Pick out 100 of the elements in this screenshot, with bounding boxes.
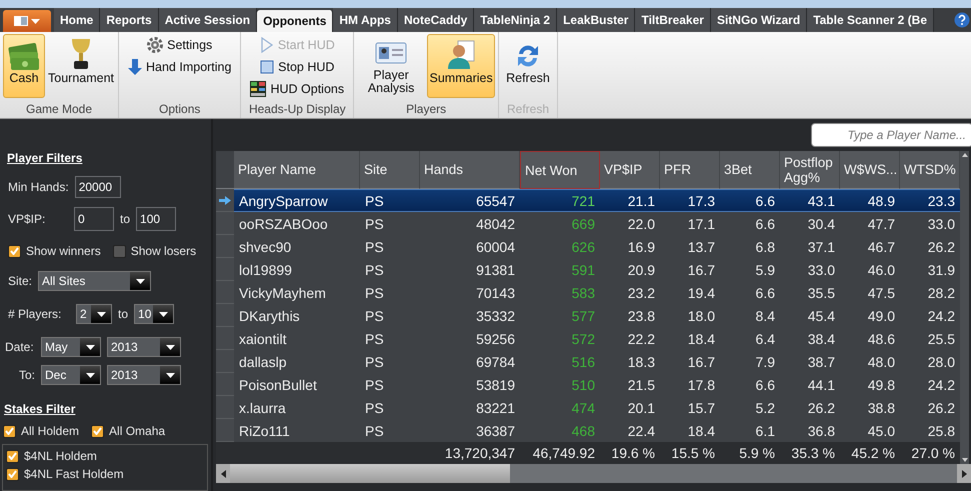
table-cell-text: 16.7	[686, 352, 716, 372]
table-cell: PS	[360, 189, 420, 212]
dropdown[interactable]: All Sites	[38, 271, 152, 291]
table-cell: 21.1	[600, 189, 660, 212]
column-header[interactable]: PFR	[660, 151, 720, 189]
field-label: to	[118, 307, 128, 321]
checkbox[interactable]: Show losers	[112, 244, 196, 258]
total-cell-text: 15.5 %	[670, 444, 716, 463]
ribbon-tab[interactable]: Active Session	[158, 8, 258, 32]
total-cell-text: 13,720,347	[444, 444, 516, 463]
window-icon	[14, 16, 28, 26]
table-cell-text: 31.9	[926, 260, 956, 280]
table-cell-text: 53819	[475, 376, 516, 394]
ribbon-tab[interactable]: Home	[54, 8, 100, 32]
money-icon	[7, 41, 41, 71]
column-header[interactable]: Site	[360, 151, 420, 189]
table-cell-text: 6.6	[754, 376, 776, 394]
dropdown[interactable]: 2	[76, 304, 112, 324]
checkbox[interactable]: All Holdem	[3, 424, 80, 438]
input-field[interactable]: 20000	[74, 176, 121, 198]
column-header[interactable]: WTSD%	[900, 151, 960, 189]
table-cell-text: 626	[570, 238, 596, 256]
checkbox[interactable]: All Omaha	[91, 424, 166, 438]
app-menu-button[interactable]	[3, 10, 51, 32]
left-arrow-icon	[220, 470, 226, 478]
vertical-scrollbar[interactable]	[960, 151, 969, 464]
ribbon-button[interactable]: Settings	[145, 34, 214, 56]
table-cell-text: 36.8	[806, 422, 836, 440]
section-title: Stakes Filter	[4, 402, 76, 416]
table-cell-text: 25.5	[926, 330, 956, 348]
ribbon-button[interactable]: Hand Importing	[126, 56, 234, 78]
column-header[interactable]: Net Won	[520, 151, 600, 189]
ribbon-tab[interactable]: LeakBuster	[557, 8, 636, 32]
table-cell-text: 8.4	[754, 306, 776, 326]
table-cell: 6.6	[720, 189, 780, 212]
ribbon-tab[interactable]: Opponents	[257, 10, 334, 32]
table-cell-text: 510	[570, 376, 596, 394]
table-cell-text: 15.7	[686, 398, 716, 418]
dropdown[interactable]: May	[41, 337, 101, 357]
table-cell-text: 83221	[475, 398, 516, 418]
table-cell-text: 28.0	[926, 352, 956, 372]
total-cell-text: 27.0 %	[910, 444, 956, 463]
table-cell-text: 474	[570, 398, 596, 418]
table-cell-text: 48.0	[866, 352, 896, 372]
table-cell-text: 20.1	[626, 398, 656, 418]
ribbon-button[interactable]: Stop HUD	[258, 56, 336, 78]
ribbon-button[interactable]: Tournament	[47, 34, 115, 98]
column-header[interactable]: 3Bet	[720, 151, 780, 189]
table-cell-text: 38.8	[866, 398, 896, 418]
table-cell-text: xaiontilt	[238, 330, 288, 348]
table-cell-text: 6.6	[754, 284, 776, 302]
ribbon-tab[interactable]: Table Scanner 2 (Be	[807, 8, 934, 32]
table-cell-text: 23.2	[626, 284, 656, 302]
column-header[interactable]: Postflop Agg%	[780, 151, 840, 189]
table-cell-text: 69784	[475, 352, 516, 372]
table-cell-text: 24.2	[926, 376, 956, 394]
ribbon-button[interactable]: HUD Options	[248, 78, 346, 100]
ribbon-button[interactable]: Cash	[3, 34, 45, 98]
table-cell-text: 24.2	[926, 306, 956, 326]
section-title: Player Filters	[7, 151, 82, 165]
field-label: Date:	[5, 340, 35, 354]
column-header[interactable]: VP$IP	[600, 151, 660, 189]
column-header[interactable]: Hands	[420, 151, 520, 189]
dropdown[interactable]: 10	[134, 304, 174, 324]
ribbon-tab[interactable]: TiltBreaker	[635, 8, 711, 32]
ribbon-tab[interactable]: TableNinja 2	[474, 8, 558, 32]
search-field[interactable]: Type a Player Name...	[811, 123, 971, 147]
checkbox[interactable]: $4NL Holdem	[6, 449, 97, 463]
table-cell-text: PS	[364, 284, 385, 302]
table-cell-text: VickyMayhem	[238, 284, 327, 303]
dropdown[interactable]: Dec	[41, 365, 101, 385]
checkbox[interactable]: $4NL Fast Holdem	[6, 467, 124, 481]
column-header[interactable]: Player Name	[234, 151, 360, 189]
ribbon-tab[interactable]: HM Apps	[333, 8, 398, 32]
table-cell: 721	[520, 189, 600, 212]
table-cell-text: 33.0	[806, 260, 836, 280]
group-label: Game Mode	[24, 102, 94, 118]
ribbon-tab[interactable]: Reports	[100, 8, 159, 32]
table-cell-text: 6.6	[754, 214, 776, 234]
input-field[interactable]: 100	[136, 207, 176, 231]
caret-icon	[86, 344, 94, 350]
table-cell: 43.1	[780, 189, 840, 212]
ribbon-button[interactable]: Player Analysis	[357, 34, 426, 98]
dropdown[interactable]: 2013	[107, 365, 181, 385]
table-cell-text: 6.1	[754, 422, 776, 440]
table-cell-text: 669	[570, 214, 596, 234]
input-field[interactable]: 0	[74, 207, 114, 231]
ribbon-tab[interactable]: SitNGo Wizard	[710, 8, 808, 32]
checkbox[interactable]: Show winners	[8, 244, 101, 258]
horizontal-scrollbar[interactable]	[216, 464, 971, 483]
ribbon-button[interactable]: Summaries	[427, 34, 496, 98]
table-cell-text: 6.8	[754, 238, 776, 256]
column-header[interactable]: W$WS...	[840, 151, 900, 189]
help-icon[interactable]	[954, 12, 970, 28]
row-header[interactable]	[216, 189, 234, 212]
ribbon-tab[interactable]: NoteCaddy	[398, 8, 474, 32]
table-cell-text: RiZo111	[238, 422, 291, 440]
dropdown[interactable]: 2013	[107, 337, 181, 357]
table-cell-text: 5.9	[754, 260, 776, 280]
table-cell-text: PS	[364, 422, 385, 440]
